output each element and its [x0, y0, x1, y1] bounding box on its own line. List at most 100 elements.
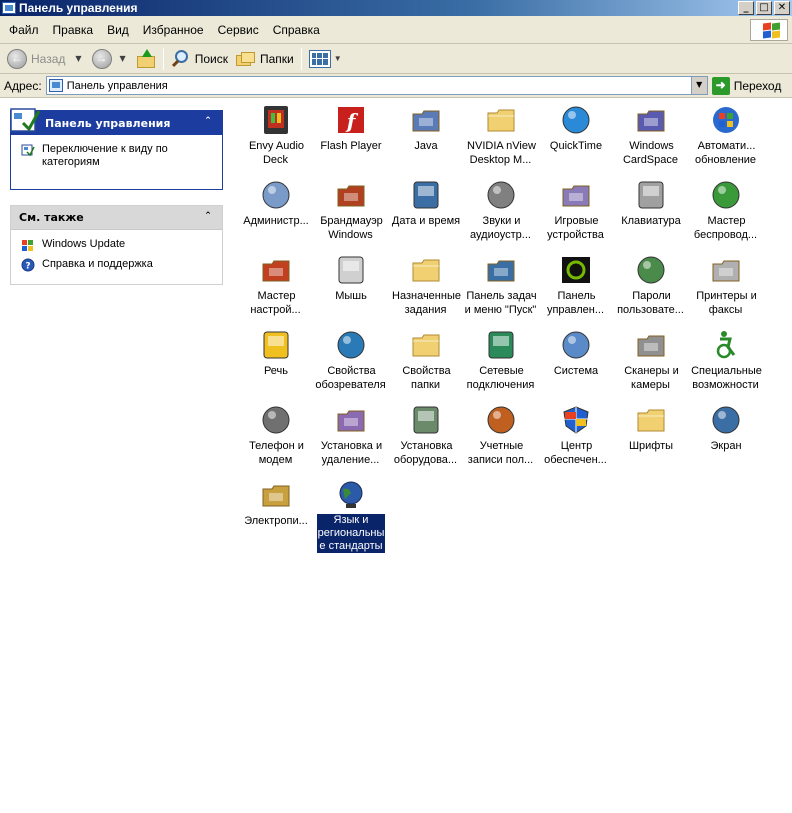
- forward-button[interactable]: →: [88, 47, 120, 71]
- see-also-header[interactable]: См. также ⌃: [11, 206, 222, 230]
- control-panel-item-label: Установка оборудова...: [393, 440, 458, 466]
- control-panel-item[interactable]: f Flash Player: [313, 104, 389, 153]
- control-panel-item[interactable]: Звуки и аудиоустр...: [463, 179, 539, 242]
- views-dropdown-icon: ▼: [333, 54, 342, 63]
- help-support-link[interactable]: ? Справка и поддержка: [21, 258, 212, 272]
- go-button[interactable]: ➜ Переход: [711, 76, 781, 95]
- close-button[interactable]: ✕: [774, 1, 790, 15]
- globe-icon: [335, 479, 367, 511]
- control-panel-item-label: Язык и региональны е стандарты: [316, 514, 386, 553]
- forward-arrow-icon: →: [91, 48, 112, 69]
- control-panel-item-label: Java: [414, 140, 438, 152]
- control-panel-item[interactable]: Сканеры и камеры: [613, 329, 689, 392]
- control-panel-item[interactable]: Установка и удаление...: [313, 404, 389, 467]
- control-panel-item[interactable]: Назначенные задания: [388, 254, 464, 317]
- windows-logo-icon: [750, 19, 788, 41]
- control-panel-item[interactable]: Принтеры и факсы: [688, 254, 764, 317]
- control-panel-item[interactable]: Дата и время: [388, 179, 464, 228]
- control-panel-item[interactable]: Клавиатура: [613, 179, 689, 228]
- see-also-panel: См. также ⌃ Windows Update ? Справка и п…: [10, 205, 223, 285]
- control-panel-item[interactable]: Панель задач и меню "Пуск": [463, 254, 539, 317]
- windows-update-icon: [710, 104, 742, 136]
- collapse-icon[interactable]: ⌃: [202, 116, 214, 128]
- back-dropdown-icon[interactable]: ▼: [75, 54, 81, 63]
- tasks-panel-header[interactable]: Панель управления ⌃: [10, 108, 222, 135]
- menu-file[interactable]: Файл: [2, 23, 46, 37]
- clock-icon: [410, 179, 442, 211]
- title-bar[interactable]: Панель управления _ □ ✕: [0, 0, 792, 16]
- control-panel-item[interactable]: QuickTime: [538, 104, 614, 153]
- control-panel-item[interactable]: Электропи...: [238, 479, 314, 528]
- network-connections-icon: [485, 329, 517, 361]
- control-panel-item[interactable]: Мастер настрой...: [238, 254, 314, 317]
- system-icon: [560, 329, 592, 361]
- fonts-icon: [635, 404, 667, 436]
- content-area: Панель управления ⌃ Переключение к виду …: [0, 99, 792, 813]
- views-button[interactable]: ▼: [305, 47, 346, 71]
- menu-tools[interactable]: Сервис: [211, 23, 266, 37]
- control-panel-item[interactable]: Сетевые подключения: [463, 329, 539, 392]
- control-panel-item[interactable]: Шрифты: [613, 404, 689, 453]
- control-panel-item[interactable]: Специальные возможности: [688, 329, 764, 392]
- menu-edit[interactable]: Правка: [46, 23, 101, 37]
- control-panel-item-label: Учетные записи пол...: [467, 440, 534, 466]
- control-panel-item[interactable]: Речь: [238, 329, 314, 378]
- control-panel-item[interactable]: NVIDIA nView Desktop M...: [463, 104, 539, 167]
- address-input[interactable]: Панель управления ▼: [45, 76, 708, 95]
- control-panel-item[interactable]: Мышь: [313, 254, 389, 303]
- control-panel-item[interactable]: Пароли пользовате...: [613, 254, 689, 317]
- control-panel-item[interactable]: Язык и региональны е стандарты: [313, 479, 389, 553]
- control-panel-item[interactable]: Установка оборудова...: [388, 404, 464, 467]
- control-panel-item[interactable]: Брандмауэр Windows: [313, 179, 389, 242]
- minimize-button[interactable]: _: [738, 1, 754, 15]
- menu-view[interactable]: Вид: [100, 23, 136, 37]
- folders-label: Папки: [259, 51, 294, 66]
- control-panel-item[interactable]: Свойства обозревателя: [313, 329, 389, 392]
- address-dropdown-icon[interactable]: ▼: [690, 77, 707, 94]
- control-panel-item[interactable]: Java: [388, 104, 464, 153]
- control-panel-item[interactable]: Администр...: [238, 179, 314, 228]
- control-panel-item-label: Клавиатура: [621, 215, 681, 227]
- audio-deck-icon: [260, 104, 292, 136]
- menu-help[interactable]: Справка: [266, 23, 327, 37]
- control-panel-item-label: Панель управлен...: [546, 290, 605, 316]
- search-button[interactable]: Поиск: [167, 47, 232, 71]
- control-panel-item[interactable]: Панель управлен...: [538, 254, 614, 317]
- control-panel-item[interactable]: Windows CardSpace: [613, 104, 689, 167]
- collapse-icon[interactable]: ⌃: [202, 211, 214, 223]
- views-icon: [308, 49, 331, 68]
- power-options-icon: [260, 479, 292, 511]
- toolbar: ← Назад ▼ → ▼ Поиск Папки ▼: [0, 44, 792, 74]
- control-panel-item[interactable]: Envy Audio Deck: [238, 104, 314, 167]
- control-panel-item[interactable]: Экран: [688, 404, 764, 453]
- control-panel-tasks: Панель управления ⌃ Переключение к виду …: [10, 108, 223, 190]
- control-panel-item-label: Сетевые подключения: [466, 365, 535, 391]
- control-panel-item[interactable]: Система: [538, 329, 614, 378]
- up-button[interactable]: [132, 47, 160, 71]
- control-panel-item-label: Envy Audio Deck: [248, 140, 305, 166]
- mouse-icon: [335, 254, 367, 286]
- menu-favorites[interactable]: Избранное: [136, 23, 211, 37]
- control-panel-item[interactable]: Игровые устройства: [538, 179, 614, 242]
- toolbar-separator: [162, 47, 164, 70]
- forward-dropdown-icon[interactable]: ▼: [120, 54, 126, 63]
- folders-button[interactable]: Папки: [232, 47, 298, 71]
- windows-update-link[interactable]: Windows Update: [21, 238, 212, 252]
- control-panel-big-icon: [10, 108, 41, 132]
- wireless-icon: [710, 179, 742, 211]
- switch-to-category-view-link[interactable]: Переключение к виду по категориям: [21, 143, 212, 169]
- control-panel-item-label: Речь: [263, 365, 289, 377]
- control-panel-item[interactable]: Учетные записи пол...: [463, 404, 539, 467]
- control-panel-item[interactable]: Центр обеспечен...: [538, 404, 614, 467]
- control-panel-item-label: Мастер настрой...: [250, 290, 301, 316]
- back-button[interactable]: ← Назад: [3, 47, 69, 71]
- control-panel-item[interactable]: Свойства папки: [388, 329, 464, 392]
- control-panel-item[interactable]: Мастер беспровод...: [688, 179, 764, 242]
- control-panel-item[interactable]: Автомати... обновление: [688, 104, 764, 167]
- folder-options-icon: [410, 329, 442, 361]
- windows-update-icon: [22, 240, 33, 251]
- control-panel-item[interactable]: Телефон и модем: [238, 404, 314, 467]
- windows-update-label: Windows Update: [42, 238, 126, 250]
- maximize-button[interactable]: □: [756, 1, 772, 15]
- control-panel-item-label: Свойства папки: [402, 365, 451, 391]
